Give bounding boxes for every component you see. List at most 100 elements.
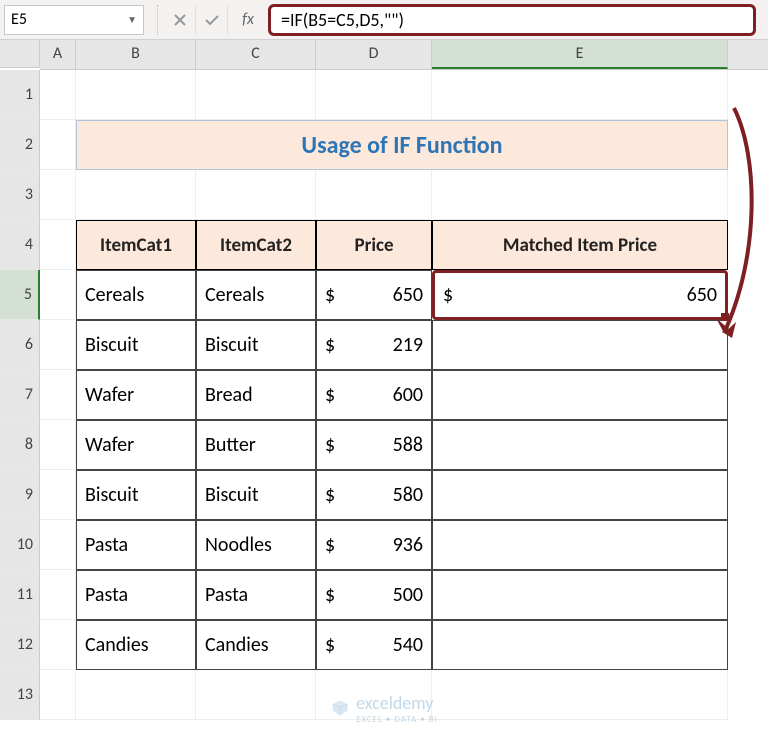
cell[interactable] xyxy=(196,670,316,720)
table-cell[interactable]: Pasta xyxy=(196,570,316,620)
fx-label[interactable]: fx xyxy=(228,10,268,29)
cell[interactable] xyxy=(40,70,76,120)
table-cell[interactable]: $540 xyxy=(316,620,432,670)
header-price[interactable]: Price xyxy=(316,220,432,270)
cell[interactable] xyxy=(40,670,76,720)
table-cell[interactable]: Noodles xyxy=(196,520,316,570)
table-cell[interactable] xyxy=(432,570,728,620)
worksheet-grid[interactable]: Usage of IF Function ItemCat1 ItemCat2 P… xyxy=(40,70,768,720)
table-cell[interactable]: $936 xyxy=(316,520,432,570)
selected-cell[interactable]: $650 xyxy=(432,270,728,320)
table-cell[interactable] xyxy=(432,520,728,570)
table-cell[interactable]: Candies xyxy=(196,620,316,670)
price-value: 580 xyxy=(393,483,423,507)
table-cell[interactable]: Biscuit xyxy=(76,320,196,370)
name-box-dropdown-icon[interactable]: ▼ xyxy=(127,13,137,26)
cell[interactable] xyxy=(40,520,76,570)
cell[interactable] xyxy=(40,570,76,620)
table-cell[interactable]: $500 xyxy=(316,570,432,620)
table-cell[interactable]: $600 xyxy=(316,370,432,420)
cell[interactable] xyxy=(196,170,316,220)
row-header-5[interactable]: 5 xyxy=(0,270,40,320)
price-value: 600 xyxy=(393,383,423,407)
cell[interactable] xyxy=(40,170,76,220)
cell[interactable] xyxy=(40,320,76,370)
cell[interactable] xyxy=(40,470,76,520)
watermark: exceldemy EXCEL • DATA • BI xyxy=(330,692,438,725)
cell[interactable] xyxy=(40,270,76,320)
row-header-11[interactable]: 11 xyxy=(0,570,40,620)
header-matched[interactable]: Matched Item Price xyxy=(432,220,728,270)
table-cell[interactable]: Butter xyxy=(196,420,316,470)
row-header-8[interactable]: 8 xyxy=(0,420,40,470)
price-value: 650 xyxy=(393,283,423,307)
row-header-7[interactable]: 7 xyxy=(0,370,40,420)
select-all-corner[interactable] xyxy=(0,40,40,68)
formula-input[interactable]: =IF(B5=C5,D5,"") xyxy=(268,4,756,36)
table-cell[interactable]: Pasta xyxy=(76,570,196,620)
cell[interactable] xyxy=(432,670,728,720)
cancel-formula-button[interactable] xyxy=(164,5,196,35)
table-cell[interactable]: $219 xyxy=(316,320,432,370)
row-header-10[interactable]: 10 xyxy=(0,520,40,570)
table-cell[interactable] xyxy=(432,470,728,520)
table-cell[interactable]: Bread xyxy=(196,370,316,420)
x-icon xyxy=(173,13,187,27)
table-cell[interactable] xyxy=(432,370,728,420)
row-header-13[interactable]: 13 xyxy=(0,670,40,720)
table-cell[interactable]: $650 xyxy=(316,270,432,320)
cell[interactable] xyxy=(76,170,196,220)
price-value: 650 xyxy=(687,283,717,307)
header-itemcat2[interactable]: ItemCat2 xyxy=(196,220,316,270)
cell[interactable] xyxy=(316,170,432,220)
col-header-c[interactable]: C xyxy=(196,40,316,69)
cell[interactable] xyxy=(76,70,196,120)
table-cell[interactable] xyxy=(432,420,728,470)
cell[interactable] xyxy=(40,370,76,420)
col-header-a[interactable]: A xyxy=(40,40,76,69)
table-cell[interactable]: Biscuit xyxy=(76,470,196,520)
currency-symbol: $ xyxy=(443,283,453,307)
row-header-1[interactable]: 1 xyxy=(0,70,40,120)
cell[interactable] xyxy=(40,420,76,470)
confirm-formula-button[interactable] xyxy=(196,5,228,35)
row-header-12[interactable]: 12 xyxy=(0,620,40,670)
price-value: 500 xyxy=(393,583,423,607)
col-header-e[interactable]: E xyxy=(432,40,728,69)
row-header-9[interactable]: 9 xyxy=(0,470,40,520)
table-cell[interactable] xyxy=(432,620,728,670)
table-cell[interactable]: $580 xyxy=(316,470,432,520)
row-header-4[interactable]: 4 xyxy=(0,220,40,270)
table-cell[interactable]: $588 xyxy=(316,420,432,470)
price-value: 540 xyxy=(393,633,423,657)
cell[interactable] xyxy=(76,670,196,720)
table-cell[interactable]: Cereals xyxy=(76,270,196,320)
table-cell[interactable]: Biscuit xyxy=(196,320,316,370)
cell[interactable] xyxy=(40,620,76,670)
table-cell[interactable] xyxy=(432,320,728,370)
table-cell[interactable]: Pasta xyxy=(76,520,196,570)
cell[interactable] xyxy=(40,220,76,270)
currency-symbol: $ xyxy=(325,433,335,457)
cell[interactable] xyxy=(196,70,316,120)
sheet-title[interactable]: Usage of IF Function xyxy=(76,120,728,170)
fill-handle[interactable] xyxy=(721,313,729,321)
table-cell[interactable]: Wafer xyxy=(76,370,196,420)
name-box[interactable]: E5 ▼ xyxy=(4,5,144,35)
row-header-3[interactable]: 3 xyxy=(0,170,40,220)
table-cell[interactable]: Candies xyxy=(76,620,196,670)
header-itemcat1[interactable]: ItemCat1 xyxy=(76,220,196,270)
cell[interactable] xyxy=(316,70,432,120)
table-cell[interactable]: Biscuit xyxy=(196,470,316,520)
cell[interactable] xyxy=(40,120,76,170)
cell[interactable] xyxy=(432,170,728,220)
col-header-d[interactable]: D xyxy=(316,40,432,69)
table-cell[interactable]: Wafer xyxy=(76,420,196,470)
row-header-6[interactable]: 6 xyxy=(0,320,40,370)
cell[interactable] xyxy=(432,70,728,120)
table-cell[interactable]: Cereals xyxy=(196,270,316,320)
check-icon xyxy=(204,13,220,27)
currency-symbol: $ xyxy=(325,633,335,657)
row-header-2[interactable]: 2 xyxy=(0,120,40,170)
col-header-b[interactable]: B xyxy=(76,40,196,69)
